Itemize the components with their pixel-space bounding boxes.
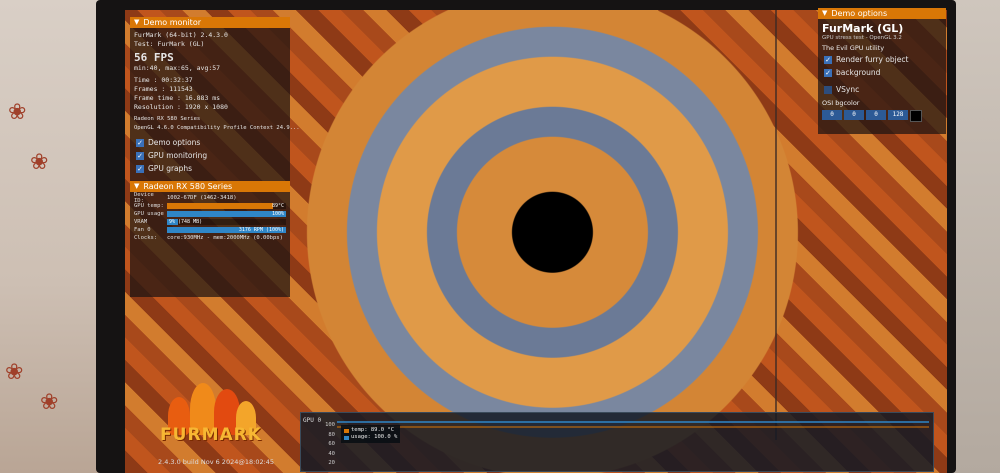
row-label: GPU temp: — [134, 203, 164, 209]
render-split-line — [775, 10, 777, 440]
row-label: Fan 0 — [134, 227, 151, 233]
checkmark-icon[interactable]: ✓ — [136, 164, 144, 173]
usage-bar: 100% — [167, 211, 286, 217]
checkbox-label: VSync — [836, 85, 860, 94]
checkbox-label: Demo options — [148, 138, 201, 147]
bgcolor-label: OSI bgcolor — [822, 99, 860, 107]
usage-bar-fill — [167, 211, 286, 217]
bgcolor-swatch[interactable] — [910, 110, 922, 122]
y-tick: 60 — [328, 441, 335, 447]
temp-value: 89°C — [271, 203, 284, 209]
checkbox-label: GPU graphs — [148, 164, 193, 173]
temp-bar-fill — [167, 203, 273, 209]
collapse-triangle-icon[interactable]: ▼ — [822, 8, 827, 19]
graph-legend: temp: 89.0 °C usage: 100.0 % — [341, 425, 401, 443]
temp-bar: 89°C — [167, 203, 286, 209]
checkbox-render-furry-object[interactable]: ✓ Render furry object — [818, 53, 946, 66]
fps-readout: 56 FPS — [134, 51, 174, 64]
checkbox-label: background — [836, 68, 881, 77]
graph-plot — [337, 421, 929, 428]
checkmark-icon[interactable]: ✓ — [136, 151, 144, 160]
checkbox-gpu-graphs[interactable]: ✓ GPU graphs — [130, 162, 290, 175]
collapse-triangle-icon[interactable]: ▼ — [134, 181, 139, 192]
options-heading: FurMark (GL) — [822, 22, 904, 35]
curtain-flower-2: ❀ — [30, 150, 49, 175]
bgcolor-a-input[interactable]: 128 — [888, 110, 908, 120]
unchecked-box-icon[interactable] — [824, 85, 832, 94]
demo-options-header[interactable]: ▼ Demo options — [818, 8, 946, 19]
collapse-triangle-icon[interactable]: ▼ — [134, 17, 139, 28]
demo-monitor-panel: ▼ Demo monitor FurMark (64-bit) 2.4.3.0 … — [130, 17, 300, 297]
checkbox-gpu-monitoring[interactable]: ✓ GPU monitoring — [130, 149, 290, 162]
gpu-row-usage: GPU usage 100% — [134, 210, 286, 218]
vram-value: 9% (748 MB) — [169, 219, 203, 225]
fan-bar: 3176 RPM (100%) — [167, 227, 286, 233]
elapsed-time: Time : 00:32:37 — [134, 76, 193, 84]
checkbox-demo-options[interactable]: ✓ Demo options — [130, 136, 290, 149]
gpu-monitor-table: Device ID: 1002-67DF (1462-3418) GPU tem… — [130, 192, 290, 244]
gpu-row-temp: GPU temp: 89°C — [134, 202, 286, 210]
vram-bar: 9% (748 MB) — [167, 219, 286, 225]
clocks-value: core:930MHz - mem:2000MHz (0.00bps) — [167, 235, 283, 241]
legend-usage: usage: 100.0 % — [344, 434, 397, 441]
y-tick: 100 — [325, 422, 335, 428]
gpu-row-clocks: Clocks: core:930MHz - mem:2000MHz (0.00b… — [134, 234, 286, 242]
fan-value: 3176 RPM (100%) — [238, 227, 284, 233]
gpu-row-device: Device ID: 1002-67DF (1462-3418) — [134, 192, 286, 204]
gpu-name: Radeon RX 580 Series — [134, 116, 201, 122]
checkmark-icon[interactable]: ✓ — [136, 138, 144, 147]
gpu-monitor-title: Radeon RX 580 Series — [143, 182, 233, 191]
checkbox-label: GPU monitoring — [148, 151, 208, 160]
curtain-flower-4: ❀ — [40, 390, 59, 415]
curtain-flower-3: ❀ — [5, 360, 24, 385]
y-tick: 20 — [328, 460, 335, 466]
checkbox-label: Render furry object — [836, 55, 909, 64]
y-tick: 40 — [328, 450, 335, 457]
legend-label: usage: 100.0 % — [351, 434, 398, 440]
gpu-row-fan: Fan 0 3176 RPM (100%) — [134, 226, 286, 234]
legend-swatch — [344, 428, 349, 433]
graph-y-axis: 100 80 60 40 20 — [325, 421, 335, 469]
gpu-graph: GPU 0 100 80 60 40 20 temp: 89.0 °C usag… — [300, 412, 934, 472]
bgcolor-b-input[interactable]: 0 — [866, 110, 886, 120]
checkbox-vsync[interactable]: VSync — [818, 83, 946, 96]
logo-text: FURMARK — [160, 425, 262, 445]
bgcolor-inputs: 0 0 0 128 — [818, 108, 946, 124]
legend-swatch — [344, 435, 349, 440]
checkmark-icon[interactable]: ✓ — [824, 68, 832, 77]
device-id: 1002-67DF (1462-3418) — [167, 195, 237, 201]
bgcolor-r-input[interactable]: 0 — [822, 110, 842, 120]
gpu-row-vram: VRAM 9% (748 MB) — [134, 218, 286, 226]
checkbox-background[interactable]: ✓ background — [818, 66, 946, 79]
fps-minmax: min:40, max:65, avg:57 — [134, 64, 221, 72]
gpu-monitor-header[interactable]: ▼ Radeon RX 580 Series — [130, 181, 290, 192]
build-string: 2.4.3.0 build Nov 6 2024@18:02:45 — [158, 458, 275, 466]
graph-gpu-label: GPU 0 — [303, 417, 322, 424]
frame-count: Frames : 111543 — [134, 85, 193, 93]
curtain-flower-1: ❀ — [8, 100, 27, 125]
legend-temp: temp: 89.0 °C — [344, 427, 397, 434]
test-name: Test: FurMark (GL) — [134, 40, 205, 48]
row-label: Clocks: — [134, 235, 158, 241]
checkmark-icon[interactable]: ✓ — [824, 55, 832, 64]
app-version: FurMark (64-bit) 2.4.3.0 — [134, 31, 228, 39]
usage-value: 100% — [271, 211, 284, 217]
demo-options-panel: ▼ Demo options FurMark (GL) GPU stress t… — [818, 8, 946, 134]
row-label: VRAM — [134, 219, 148, 225]
options-tagline: The Evil GPU utility — [822, 44, 885, 52]
demo-monitor-header[interactable]: ▼ Demo monitor — [130, 17, 290, 28]
furmark-logo: FURMARK — [156, 355, 266, 465]
opengl-version: OpenGL 4.6.0 Compatibility Profile Conte… — [134, 125, 300, 131]
bgcolor-g-input[interactable]: 0 — [844, 110, 864, 120]
demo-options-title: Demo options — [831, 9, 888, 18]
y-tick: 80 — [328, 431, 335, 438]
legend-label: temp: 89.0 °C — [351, 427, 395, 433]
row-label: GPU usage — [134, 211, 164, 217]
resolution: Resolution : 1920 x 1080 — [134, 103, 228, 111]
frame-time: Frame time : 16.883 ms — [134, 94, 221, 102]
demo-monitor-title: Demo monitor — [143, 18, 202, 27]
